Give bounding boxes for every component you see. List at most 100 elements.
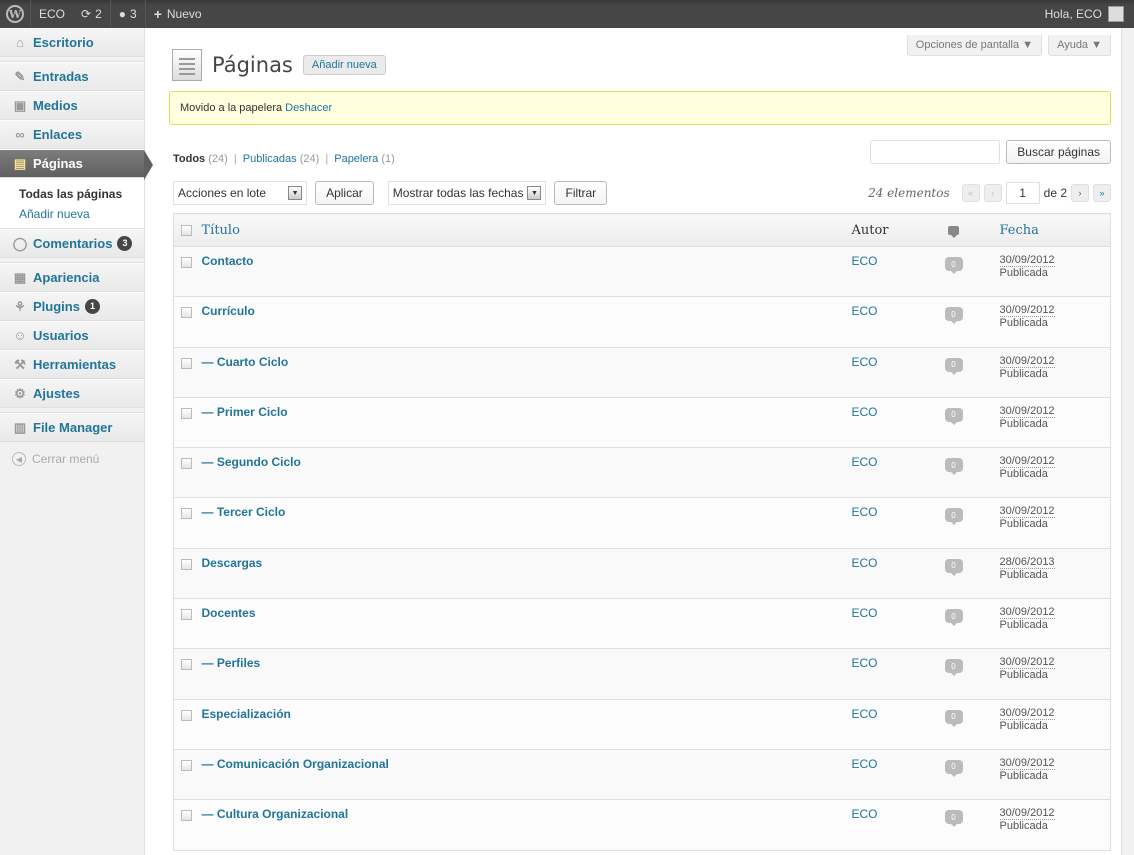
menu-item-escritorio[interactable]: ⌂ Escritorio bbox=[0, 28, 144, 57]
my-account-link[interactable]: Hola, ECO bbox=[1037, 0, 1134, 28]
title-column-header[interactable]: Título bbox=[201, 213, 852, 247]
admin-bar: W ECO ⟳ 2 ● 3 + Nuevo Hola, ECO bbox=[0, 0, 1134, 28]
row-checkbox[interactable] bbox=[181, 257, 192, 268]
menu-item-ajustes[interactable]: ⚙ Ajustes bbox=[0, 379, 144, 408]
page-title-link[interactable]: — Comunicación Organizacional bbox=[202, 757, 389, 771]
menu-item-entradas[interactable]: ✎ Entradas bbox=[0, 62, 144, 91]
page-title-link[interactable]: Descargas bbox=[202, 556, 263, 570]
page-title-link[interactable]: — Tercer Ciclo bbox=[202, 505, 286, 519]
row-checkbox[interactable] bbox=[181, 458, 192, 470]
filter-all[interactable]: Todos bbox=[173, 153, 205, 165]
add-new-button[interactable]: Añadir nueva bbox=[302, 55, 386, 75]
author-link[interactable]: ECO bbox=[852, 304, 878, 318]
select-all-checkbox[interactable] bbox=[181, 224, 192, 236]
page-title-link[interactable]: — Cuarto Ciclo bbox=[202, 355, 289, 369]
menu-item-comentarios[interactable]: ◯ Comentarios 3 bbox=[0, 229, 144, 258]
comments-link[interactable]: ● 3 bbox=[111, 0, 145, 28]
row-comments-cell: 0 bbox=[939, 347, 1000, 398]
author-link[interactable]: ECO bbox=[852, 757, 878, 771]
page-title-link[interactable]: — Primer Ciclo bbox=[202, 405, 288, 419]
row-checkbox[interactable] bbox=[181, 307, 192, 319]
author-link[interactable]: ECO bbox=[852, 254, 878, 268]
undo-link[interactable]: Deshacer bbox=[285, 102, 332, 114]
comment-count-icon[interactable]: 0 bbox=[944, 407, 963, 425]
menu-item-medios[interactable]: ▣ Medios bbox=[0, 91, 144, 120]
row-checkbox[interactable] bbox=[181, 357, 192, 369]
row-checkbox[interactable] bbox=[181, 609, 192, 621]
menu-item-enlaces[interactable]: ∞ Enlaces bbox=[0, 120, 144, 149]
post-status: Publicada bbox=[999, 619, 1048, 632]
search-input[interactable] bbox=[870, 140, 1001, 164]
prev-page-button[interactable]: ‹ bbox=[983, 184, 1002, 202]
row-checkbox[interactable] bbox=[181, 508, 192, 520]
updates-link[interactable]: ⟳ 2 bbox=[73, 0, 110, 28]
next-page-button[interactable]: › bbox=[1071, 184, 1089, 202]
comment-count-icon[interactable]: 0 bbox=[944, 508, 963, 526]
author-link[interactable]: ECO bbox=[852, 505, 878, 519]
row-checkbox[interactable] bbox=[181, 558, 192, 570]
site-name-link[interactable]: ECO bbox=[31, 0, 73, 28]
menu-item-plugins[interactable]: ⚘ Plugins 1 bbox=[0, 292, 144, 321]
menu-item-usuarios[interactable]: ☺ Usuarios bbox=[0, 321, 144, 350]
author-link[interactable]: ECO bbox=[852, 807, 878, 821]
comment-count-icon[interactable]: 0 bbox=[944, 810, 963, 828]
page-title-link[interactable]: — Perfiles bbox=[202, 656, 261, 670]
page-title-link[interactable]: Currículo bbox=[202, 304, 255, 318]
menu-item-paginas[interactable]: ▤ Páginas bbox=[0, 149, 153, 180]
comment-count-icon[interactable]: 0 bbox=[944, 307, 963, 325]
first-page-button[interactable]: « bbox=[961, 184, 980, 202]
comment-count-icon[interactable]: 0 bbox=[944, 759, 963, 777]
filter-published[interactable]: Publicadas bbox=[243, 153, 297, 165]
scrollbar[interactable] bbox=[1121, 28, 1134, 855]
row-checkbox[interactable] bbox=[181, 659, 192, 671]
comment-count-icon[interactable]: 0 bbox=[944, 659, 963, 677]
submenu-add-new[interactable]: Añadir nueva bbox=[0, 204, 144, 224]
submenu-all-pages[interactable]: Todas las páginas bbox=[0, 184, 144, 204]
page-title-link[interactable]: Docentes bbox=[202, 606, 256, 620]
author-link[interactable]: ECO bbox=[852, 707, 878, 721]
date-column-header[interactable]: Fecha bbox=[999, 213, 1111, 247]
author-link[interactable]: ECO bbox=[852, 355, 878, 369]
search-pages-button[interactable]: Buscar páginas bbox=[1006, 140, 1111, 164]
page-title-link[interactable]: Contacto bbox=[202, 254, 254, 268]
comment-count-icon[interactable]: 0 bbox=[944, 709, 963, 727]
date-filter-select[interactable]: Mostrar todas las fechas ▼ bbox=[387, 181, 547, 205]
comment-count-icon[interactable]: 0 bbox=[944, 609, 963, 627]
menu-item-file-manager[interactable]: ▥ File Manager bbox=[0, 413, 144, 442]
page-title-link[interactable]: Especialización bbox=[202, 707, 291, 721]
row-checkbox[interactable] bbox=[181, 407, 192, 419]
author-link[interactable]: ECO bbox=[852, 656, 878, 670]
row-checkbox[interactable] bbox=[181, 810, 192, 822]
comments-column-header bbox=[939, 213, 1000, 247]
row-checkbox[interactable] bbox=[181, 709, 192, 721]
current-page-input[interactable]: 1 bbox=[1005, 182, 1040, 204]
apply-button[interactable]: Aplicar bbox=[315, 181, 374, 205]
chevron-down-icon: ▼ bbox=[288, 186, 303, 200]
page-title-link[interactable]: — Segundo Ciclo bbox=[202, 455, 301, 469]
screen-options-button[interactable]: Opciones de pantalla ▼ bbox=[906, 35, 1043, 56]
author-link[interactable]: ECO bbox=[852, 405, 878, 419]
date-filter-value: Mostrar todas las fechas bbox=[392, 186, 524, 200]
menu-item-herramientas[interactable]: ⚒ Herramientas bbox=[0, 350, 144, 379]
collapse-menu-button[interactable]: ◀ Cerrar menú bbox=[0, 442, 144, 476]
bulk-actions-select[interactable]: Acciones en lote ▼ bbox=[173, 181, 308, 205]
filter-trash[interactable]: Papelera bbox=[334, 153, 378, 165]
author-link[interactable]: ECO bbox=[852, 455, 878, 469]
filter-button[interactable]: Filtrar bbox=[554, 181, 608, 205]
menu-item-apariencia[interactable]: ▦ Apariencia bbox=[0, 263, 144, 292]
post-status: Publicada bbox=[999, 267, 1048, 279]
row-checkbox-cell bbox=[173, 347, 202, 398]
last-page-button[interactable]: » bbox=[1093, 184, 1111, 202]
help-button[interactable]: Ayuda ▼ bbox=[1048, 35, 1111, 56]
row-checkbox-cell bbox=[173, 548, 202, 600]
comment-count-icon[interactable]: 0 bbox=[944, 357, 963, 375]
row-checkbox[interactable] bbox=[181, 759, 192, 771]
comment-count-icon[interactable]: 0 bbox=[944, 558, 963, 576]
wordpress-logo-button[interactable]: W bbox=[0, 0, 30, 28]
author-link[interactable]: ECO bbox=[852, 606, 878, 620]
comment-count-icon[interactable]: 0 bbox=[944, 257, 963, 274]
new-content-link[interactable]: + Nuevo bbox=[146, 0, 210, 28]
author-link[interactable]: ECO bbox=[852, 556, 878, 570]
comment-count-icon[interactable]: 0 bbox=[944, 458, 963, 476]
page-title-link[interactable]: — Cultura Organizacional bbox=[202, 807, 349, 821]
